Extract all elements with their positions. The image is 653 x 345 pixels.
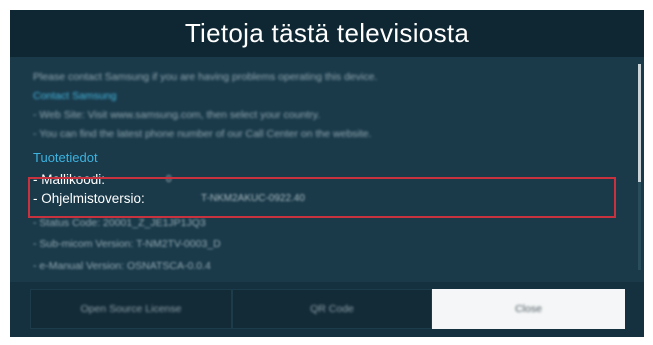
status-code-line: - Status Code: 20001_Z_JE1JP1JQ3 — [33, 217, 206, 229]
web-site-line: - Web Site: Visit www.samsung.com, then … — [33, 109, 321, 121]
scrollbar-thumb[interactable] — [638, 64, 641, 182]
emanual-line: - e-Manual Version: OSNATSCA-0.0.4 — [33, 260, 211, 272]
phone-line: - You can find the latest phone number o… — [33, 128, 372, 140]
contact-heading: Contact Samsung — [33, 90, 117, 102]
dialog-title: Tietoja tästä televisiosta — [184, 18, 470, 48]
open-source-license-button[interactable]: Open Source License — [30, 289, 232, 329]
product-info-highlight — [28, 177, 616, 218]
sub-micom-line: - Sub-micom Version: T-NM2TV-0003_D — [33, 238, 221, 250]
product-info-heading: Tuotetiedot — [33, 150, 98, 165]
contact-note: Please contact Samsung if you are having… — [33, 71, 378, 83]
close-label: Close — [515, 303, 542, 315]
open-source-license-label: Open Source License — [80, 303, 182, 315]
title-bar: Tietoja tästä televisiosta — [10, 10, 644, 57]
info-scroll-area[interactable]: Please contact Samsung if you are having… — [10, 57, 644, 282]
dialog-buttons: Open Source License QR Code Close — [30, 289, 625, 329]
tv-info-dialog: Tietoja tästä televisiosta Please contac… — [10, 10, 644, 337]
qr-code-button[interactable]: QR Code — [232, 289, 432, 329]
scrollbar[interactable] — [638, 64, 641, 270]
qr-code-label: QR Code — [310, 303, 354, 315]
close-button[interactable]: Close — [432, 289, 625, 329]
